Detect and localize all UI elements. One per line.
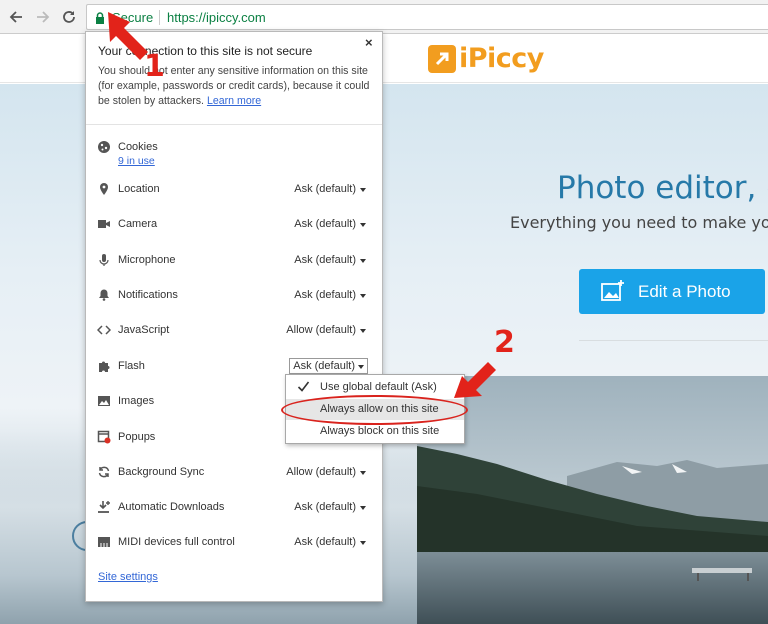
sync-icon — [98, 466, 110, 478]
hero-divider — [579, 340, 768, 341]
permission-row-javascript: JavaScript Allow (default) — [86, 321, 382, 341]
camera-icon — [98, 220, 110, 228]
permission-row-midi: MIDI devices full control Ask (default) — [86, 533, 382, 553]
cookies-row: Cookies 9 in use — [86, 138, 382, 167]
forward-button[interactable] — [33, 7, 53, 27]
permission-label: Images — [118, 395, 155, 407]
permission-label: Camera — [118, 218, 158, 230]
photo-edit-icon — [601, 280, 624, 301]
location-select[interactable]: Ask (default) — [294, 183, 366, 195]
microphone-icon — [99, 254, 109, 266]
permission-label: JavaScript — [118, 324, 170, 336]
permission-row-automatic-downloads: Automatic Downloads Ask (default) — [86, 498, 382, 518]
cookie-icon — [98, 141, 110, 153]
hero-subtitle: Everything you need to make your p — [510, 213, 768, 232]
midi-select[interactable]: Ask (default) — [294, 536, 366, 548]
permission-label: Flash — [118, 360, 145, 372]
edit-photo-label: Edit a Photo — [638, 282, 731, 301]
permission-row-notifications: Notifications Ask (default) — [86, 286, 382, 306]
image-icon — [98, 396, 110, 406]
puzzle-icon — [99, 361, 110, 372]
automatic-downloads-select[interactable]: Ask (default) — [294, 501, 366, 513]
permission-label: Background Sync — [118, 466, 205, 478]
lake-photo — [417, 376, 768, 624]
dropdown-option-label: Use global default (Ask) — [320, 381, 437, 393]
reload-button[interactable] — [59, 7, 79, 27]
popup-blocked-icon — [97, 430, 111, 444]
permission-row-location: Location Ask (default) — [86, 180, 382, 200]
download-icon — [98, 501, 110, 513]
microphone-select[interactable]: Ask (default) — [294, 254, 366, 266]
logo-text: iPiccy — [459, 43, 544, 74]
back-button[interactable] — [6, 7, 26, 27]
location-pin-icon — [100, 183, 108, 195]
permission-label: Location — [118, 183, 160, 195]
close-popup-button[interactable]: × — [365, 35, 373, 50]
bell-icon — [99, 289, 109, 301]
permission-label: Popups — [118, 431, 156, 443]
camera-select[interactable]: Ask (default) — [294, 218, 366, 230]
cookies-in-use-link[interactable]: 9 in use — [118, 155, 155, 167]
site-logo[interactable]: iPiccy — [428, 43, 544, 74]
highlight-ellipse — [281, 395, 468, 425]
permission-label: Microphone — [118, 254, 176, 266]
annotation-step-1: 1 — [144, 49, 165, 84]
edit-photo-button[interactable]: Edit a Photo — [579, 269, 765, 314]
address-bar[interactable]: Secure https://ipiccy.com — [86, 4, 768, 30]
permission-label: Automatic Downloads — [118, 501, 225, 513]
checkmark-icon — [297, 381, 310, 392]
back-arrow-icon — [9, 11, 22, 23]
forward-arrow-icon — [37, 11, 50, 23]
notifications-select[interactable]: Ask (default) — [294, 289, 366, 301]
permission-label: Notifications — [118, 289, 178, 301]
permission-row-camera: Camera Ask (default) — [86, 215, 382, 235]
background-sync-select[interactable]: Allow (default) — [286, 466, 366, 478]
code-icon — [97, 325, 111, 335]
permission-row-microphone: Microphone Ask (default) — [86, 251, 382, 271]
reload-icon — [63, 11, 75, 23]
omnibox-divider — [159, 10, 160, 25]
site-settings-link[interactable]: Site settings — [98, 571, 158, 583]
permission-row-background-sync: Background Sync Allow (default) — [86, 463, 382, 483]
annotation-arrow-2-icon — [454, 362, 496, 398]
piano-icon — [98, 537, 110, 547]
connection-warning-text: You should not enter any sensitive infor… — [98, 64, 374, 109]
dropdown-option-label: Always block on this site — [320, 425, 440, 437]
url-text[interactable]: https://ipiccy.com — [167, 10, 266, 25]
learn-more-link[interactable]: Learn more — [207, 95, 261, 107]
flash-select[interactable]: Ask (default) — [289, 358, 368, 374]
annotation-step-2: 2 — [494, 325, 515, 360]
logo-mark-icon — [428, 44, 456, 73]
screenshot-root: Secure https://ipiccy.com iPiccy Photo e… — [0, 0, 768, 624]
permission-label: MIDI devices full control — [118, 536, 235, 548]
cookies-label: Cookies — [118, 141, 158, 153]
javascript-select[interactable]: Allow (default) — [286, 324, 366, 336]
site-info-popup: Your connection to this site is not secu… — [85, 31, 383, 602]
popup-divider — [86, 124, 382, 125]
hero-title: Photo editor, de — [557, 170, 768, 206]
